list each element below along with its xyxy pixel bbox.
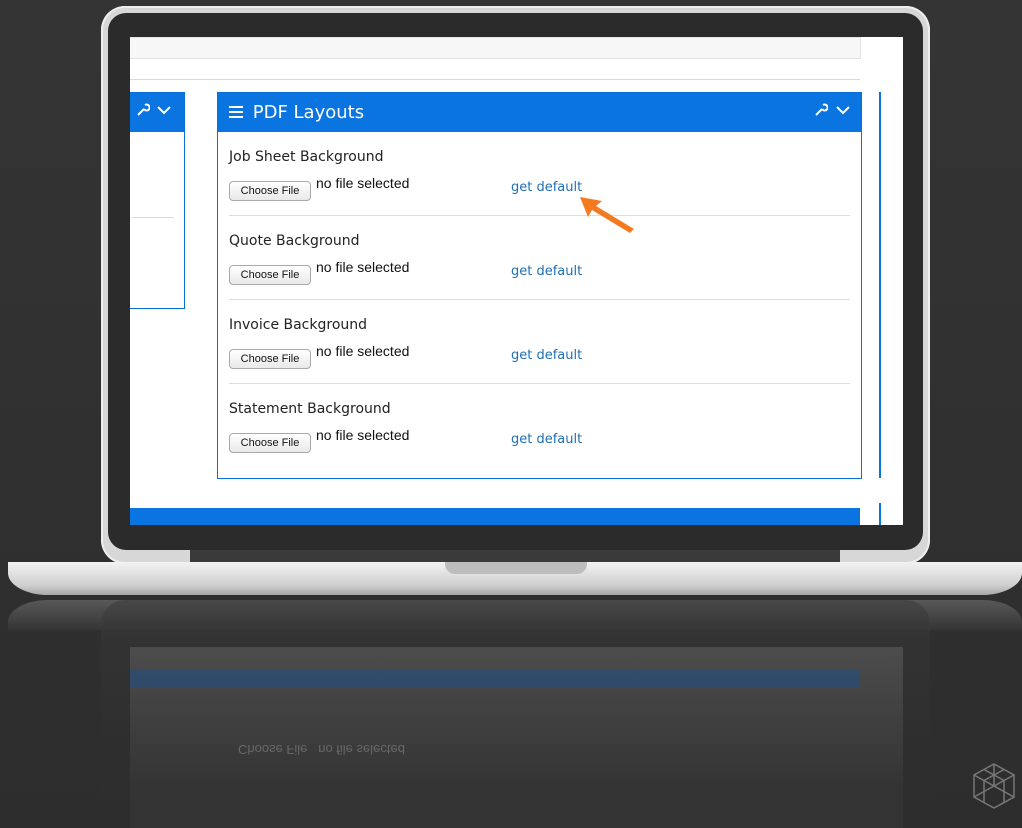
cube-logo-icon	[973, 763, 1015, 809]
reflection-choose: Choose File	[238, 742, 308, 757]
choose-file-button[interactable]: Choose File	[229, 265, 311, 285]
laptop-hinge	[190, 550, 840, 562]
reflection-status: no file selected	[318, 742, 405, 757]
list-item: Job Sheet Background Choose File no file…	[229, 132, 850, 216]
top-divider	[130, 79, 860, 80]
list-item: Invoice Background Choose File no file s…	[229, 300, 850, 384]
panel-header: PDF Layouts	[218, 93, 861, 132]
hamburger-icon[interactable]	[229, 102, 249, 123]
row-label: Invoice Background	[229, 317, 368, 333]
list-item: Quote Background Choose File no file sel…	[229, 216, 850, 300]
get-default-link[interactable]: get default	[511, 264, 582, 279]
file-status: no file selected	[316, 427, 410, 443]
laptop-notch	[445, 562, 587, 574]
choose-file-button[interactable]: Choose File	[229, 349, 311, 369]
file-status: no file selected	[316, 259, 410, 275]
wrench-icon[interactable]	[814, 103, 829, 121]
panel-title: PDF Layouts	[229, 102, 364, 124]
top-bar	[130, 37, 861, 59]
file-status: no file selected	[316, 175, 410, 191]
left-panel-header	[130, 93, 184, 132]
arrow-pointer-icon	[580, 197, 634, 233]
get-default-link[interactable]: get default	[511, 432, 582, 447]
screen: PDF Layouts Job Sheet Background Choose …	[130, 37, 903, 525]
get-default-link[interactable]: get default	[511, 348, 582, 363]
row-label: Quote Background	[229, 233, 360, 249]
wrench-icon[interactable]	[136, 103, 151, 121]
list-item: Statement Background Choose File no file…	[229, 384, 850, 468]
file-status: no file selected	[316, 343, 410, 359]
chevron-down-icon[interactable]	[836, 103, 850, 121]
choose-file-button[interactable]: Choose File	[229, 181, 311, 201]
pdf-layouts-panel: PDF Layouts Job Sheet Background Choose …	[217, 92, 862, 479]
left-panel	[130, 92, 185, 309]
get-default-link[interactable]: get default	[511, 180, 582, 195]
left-panel-divider	[131, 217, 174, 218]
reflection-bar	[130, 670, 860, 687]
row-label: Job Sheet Background	[229, 149, 384, 165]
choose-file-button[interactable]: Choose File	[229, 433, 311, 453]
right-panel-edge	[879, 503, 881, 525]
right-panel-edge	[879, 92, 881, 478]
chevron-down-icon[interactable]	[157, 103, 171, 121]
reflection-text: Choose File no file selected	[238, 742, 405, 757]
panel-title-text: PDF Layouts	[252, 102, 365, 123]
next-panel-header	[130, 508, 860, 525]
row-label: Statement Background	[229, 401, 391, 417]
